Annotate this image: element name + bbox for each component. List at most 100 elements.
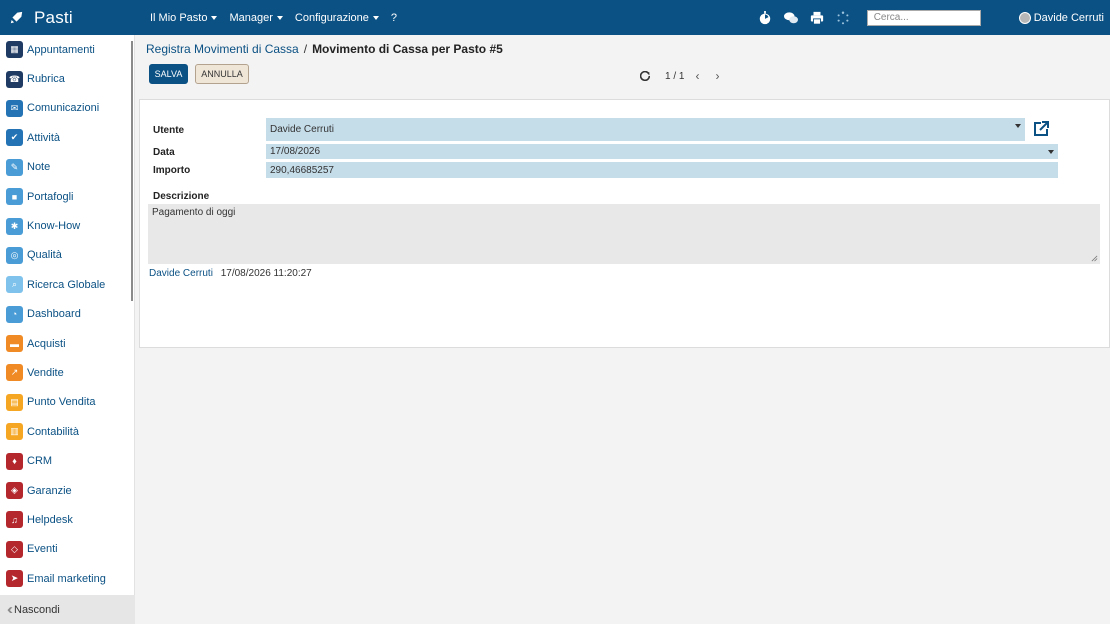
descrizione-label: Descrizione	[153, 191, 210, 202]
sidebar-item-crm[interactable]: ♦ CRM	[0, 446, 134, 475]
sidebar-item-note[interactable]: ✎ Note	[0, 153, 134, 182]
caret-down-icon	[1048, 149, 1054, 154]
menu-il-mio-pasto[interactable]: Il Mio Pasto	[150, 11, 218, 24]
sidebar-item-attivit[interactable]: ✔ Attività	[0, 123, 134, 152]
utente-value: Davide Cerruti	[270, 124, 334, 135]
importo-label: Importo	[153, 165, 191, 176]
resize-handle-icon[interactable]	[1091, 255, 1098, 262]
menu-label: Configurazione	[294, 11, 369, 24]
sidebar-item-vendite[interactable]: ↗ Vendite	[0, 358, 134, 387]
sidebar-item-label: Email marketing	[27, 572, 106, 585]
sidebar-item-dashboard[interactable]: ◔ Dashboard	[0, 300, 134, 329]
shield-icon: ◈	[6, 482, 23, 500]
sidebar-item-label: Eventi	[27, 543, 58, 556]
sidebar-item-rubrica[interactable]: ☎ Rubrica	[0, 64, 134, 93]
descrizione-textarea[interactable]: Pagamento di oggi	[148, 204, 1100, 264]
importo-input[interactable]: 290,46685257	[266, 162, 1058, 178]
sidebar-item-label: Note	[27, 161, 51, 174]
descrizione-value: Pagamento di oggi	[152, 207, 236, 218]
sidebar-item-comunicazioni[interactable]: ✉ Comunicazioni	[0, 94, 134, 123]
sidebar-item-helpdesk[interactable]: ♫ Helpdesk	[0, 505, 134, 534]
caret-down-icon	[211, 16, 218, 20]
sidebar-scrollbar[interactable]	[131, 41, 133, 301]
search-input[interactable]	[866, 9, 981, 26]
rocket-icon	[10, 11, 23, 24]
contacts-icon: ☎	[6, 70, 23, 88]
quality-icon: ◎	[6, 246, 23, 264]
print-icon[interactable]	[809, 10, 825, 26]
accounting-icon: ▥	[6, 423, 23, 441]
chat-icon[interactable]	[783, 10, 799, 26]
caret-down-icon	[1015, 123, 1021, 128]
sidebar-list: ▦ Appuntamenti ☎ Rubrica ✉ Comunicazioni ✔ Atti…	[0, 35, 134, 593]
sidebar-item-label: Attività	[27, 131, 61, 144]
menu-help[interactable]: ?	[391, 12, 397, 24]
menu-label: Il Mio Pasto	[150, 11, 208, 24]
note-icon: ✎	[6, 158, 23, 176]
data-date-field[interactable]: 17/08/2026	[266, 144, 1058, 159]
record-author-link[interactable]: Davide Cerruti	[149, 268, 213, 279]
calendar-icon: ▦	[6, 41, 23, 59]
pager-next-button[interactable]: ›	[715, 69, 719, 83]
sidebar-item-label: Qualità	[27, 249, 62, 262]
brand[interactable]: Pasti	[0, 8, 140, 28]
sidebar-item-label: Acquisti	[27, 337, 66, 350]
sales-icon: ↗	[6, 364, 23, 382]
menu-label: ?	[390, 11, 398, 24]
record-timestamp: 17/08/2026 11:20:27	[220, 268, 312, 279]
page-title: Movimento di Cassa per Pasto #5	[312, 42, 503, 56]
utente-select[interactable]: Davide Cerruti	[266, 118, 1025, 141]
cancel-button[interactable]: ANNULLA	[195, 64, 249, 84]
dashboard-icon: ◔	[6, 305, 23, 323]
sidebar-item-label: Rubrica	[27, 73, 65, 86]
sidebar-item-appuntamenti[interactable]: ▦ Appuntamenti	[0, 35, 134, 64]
sidebar-item-email-marketing[interactable]: ➤ Email marketing	[0, 564, 134, 593]
sidebar-item-label: Portafogli	[27, 190, 74, 203]
sidebar-item-garanzie[interactable]: ◈ Garanzie	[0, 476, 134, 505]
sidebar-item-label: Helpdesk	[27, 513, 73, 526]
message-icon: ✉	[6, 99, 23, 117]
sidebar-item-label: Ricerca Globale	[27, 278, 106, 291]
data-label: Data	[153, 147, 175, 158]
handshake-icon: ♦	[6, 452, 23, 470]
sidebar-item-label: Garanzie	[27, 484, 72, 497]
importo-value: 290,46685257	[270, 164, 334, 176]
breadcrumb: Registra Movimenti di Cassa / Movimento …	[146, 42, 503, 56]
loading-icon	[835, 10, 851, 26]
sidebar-item-know-how[interactable]: ✱ Know-How	[0, 211, 134, 240]
sidebar-item-label: Vendite	[27, 366, 64, 379]
timer-icon[interactable]	[757, 10, 773, 26]
search-icon: ⌕	[6, 276, 23, 294]
sidebar-collapse-label: Nascondi	[14, 603, 60, 616]
menu-manager[interactable]: Manager	[229, 12, 283, 24]
external-link-icon[interactable]	[1033, 121, 1049, 137]
sidebar-item-label: Contabilità	[27, 425, 79, 438]
sidebar-item-acquisti[interactable]: ▬ Acquisti	[0, 329, 134, 358]
sidebar-item-qualit[interactable]: ◎ Qualità	[0, 241, 134, 270]
caret-down-icon	[372, 16, 379, 20]
sidebar-item-punto-vendita[interactable]: ▤ Punto Vendita	[0, 388, 134, 417]
breadcrumb-parent-link[interactable]: Registra Movimenti di Cassa	[146, 42, 299, 56]
sidebar-item-portafogli[interactable]: ■ Portafogli	[0, 182, 134, 211]
utente-label: Utente	[153, 125, 185, 136]
double-chevron-left-icon: ‹‹	[7, 601, 13, 618]
save-button[interactable]: SALVA	[149, 64, 188, 84]
top-right-tools: Davide Cerruti	[757, 0, 1110, 35]
refresh-icon[interactable]	[640, 71, 650, 81]
brain-icon: ✱	[6, 217, 23, 235]
sidebar-item-ricerca-globale[interactable]: ⌕ Ricerca Globale	[0, 270, 134, 299]
main-menu: Il Mio Pasto Manager Configurazione ?	[150, 12, 409, 24]
purchase-icon: ▬	[6, 335, 23, 353]
sidebar-item-label: Punto Vendita	[27, 396, 96, 409]
send-icon: ➤	[6, 570, 23, 588]
sidebar-item-contabilit[interactable]: ▥ Contabilità	[0, 417, 134, 446]
user-menu[interactable]: Davide Cerruti	[1018, 11, 1104, 24]
caret-down-icon	[276, 16, 283, 20]
breadcrumb-separator: /	[303, 42, 308, 56]
sidebar-collapse-button[interactable]: ‹‹ Nascondi	[0, 595, 135, 624]
sidebar-item-eventi[interactable]: ◇ Eventi	[0, 535, 134, 564]
pager-prev-button[interactable]: ‹	[695, 69, 699, 83]
lock-icon: ■	[6, 188, 23, 206]
avatar	[1018, 11, 1031, 24]
menu-configurazione[interactable]: Configurazione	[295, 12, 379, 24]
